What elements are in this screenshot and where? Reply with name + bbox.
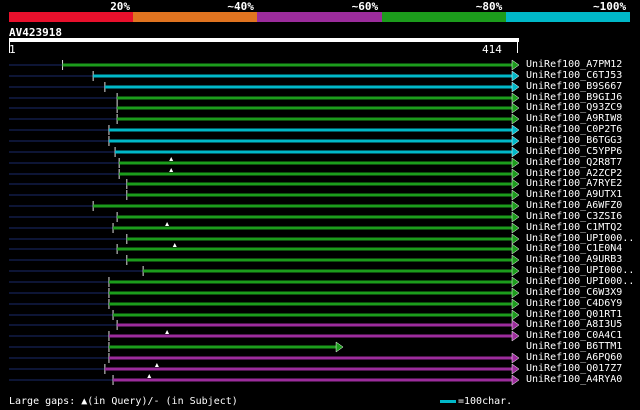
alignment-arrow-icon [511,70,520,82]
query-gap-icon [147,374,152,378]
hit-label[interactable]: UniRef100_UPI000.. [526,265,634,276]
hit-label[interactable]: UniRef100_A4RYA0 [526,374,622,385]
query-gap-icon [165,222,170,226]
hit-label[interactable]: UniRef100_B6TTM1 [526,341,622,352]
hit-label[interactable]: UniRef100_A9URB3 [526,254,622,265]
hit-label[interactable]: UniRef100_C0A4C1 [526,330,622,341]
alignment-arrow-icon [511,124,520,136]
hit-label[interactable]: UniRef100_A6WFZ0 [526,200,622,211]
alignment-arrow-icon [511,102,520,114]
alignment-arrow-icon [511,363,520,375]
hit-label[interactable]: UniRef100_C6TJ53 [526,70,622,81]
alignment-arrow-icon [511,178,520,190]
alignment-arrow-icon [511,330,520,342]
scale-swatch [440,400,456,403]
query-gap-icon [169,168,174,172]
query-gap-icon [172,243,177,247]
hit-label[interactable]: UniRef100_A9RIW8 [526,113,622,124]
alignment-arrow-icon [511,146,520,158]
alignment-arrow-icon [511,59,520,71]
alignment-arrow-icon [511,222,520,234]
hit-label[interactable]: UniRef100_A9UTX1 [526,189,622,200]
hit-label[interactable]: UniRef100_A7RYE2 [526,178,622,189]
alignment-arrow-icon [511,233,520,245]
alignment-arrow-icon [511,319,520,331]
alignment-arrow-icon [511,200,520,212]
gaps-legend: Large gaps: ▲(in Query)/- (in Subject) [9,396,238,407]
alignment-arrow-icon [511,374,520,386]
hit-label[interactable]: UniRef100_C1E0N4 [526,243,622,254]
hit-label[interactable]: UniRef100_C3ZSI6 [526,211,622,222]
hit-label[interactable]: UniRef100_C6W3X9 [526,287,622,298]
alignment-arrow-icon [511,113,520,125]
alignment-arrow-icon [511,92,520,104]
hit-label[interactable]: UniRef100_Q017Z7 [526,363,622,374]
alignment-arrow-icon [511,211,520,223]
scale-legend: =100char. [458,396,513,407]
hit-label[interactable]: UniRef100_Q2R8T7 [526,157,622,168]
hit-label[interactable]: UniRef100_B9S667 [526,81,622,92]
alignment-arrow-icon [511,287,520,299]
hit-label[interactable]: UniRef100_A6PQ60 [526,352,622,363]
alignment-arrow-icon [511,189,520,201]
query-gap-icon [169,157,174,161]
hit-label[interactable]: UniRef100_B6TGG3 [526,135,622,146]
hit-label[interactable]: UniRef100_UPI000.. [526,276,634,287]
alignment-arrow-icon [511,243,520,255]
hit-label[interactable]: UniRef100_C5YPP6 [526,146,622,157]
alignment-arrow-icon [511,298,520,310]
alignment-arrow-icon [511,135,520,147]
hit-label[interactable]: UniRef100_C0P2T6 [526,124,622,135]
alignment-arrow-icon [511,254,520,266]
alignment-arrow-icon [511,352,520,364]
hit-label[interactable]: UniRef100_Q93ZC9 [526,102,622,113]
alignment-arrow-icon [511,168,520,180]
alignment-arrow-icon [335,341,344,353]
alignment-arrow-icon [511,309,520,321]
hit-label[interactable]: UniRef100_A7PM12 [526,59,622,70]
hit-label[interactable]: UniRef100_A8I3U5 [526,319,622,330]
query-gap-icon [154,363,159,367]
query-gap-icon [165,330,170,334]
alignment-arrow-icon [511,265,520,277]
alignment-arrow-icon [511,81,520,93]
hit-label[interactable]: UniRef100_C1MTQ2 [526,222,622,233]
hit-label[interactable]: UniRef100_C4D6Y9 [526,298,622,309]
alignment-arrow-icon [511,276,520,288]
alignment-arrow-icon [511,157,520,169]
